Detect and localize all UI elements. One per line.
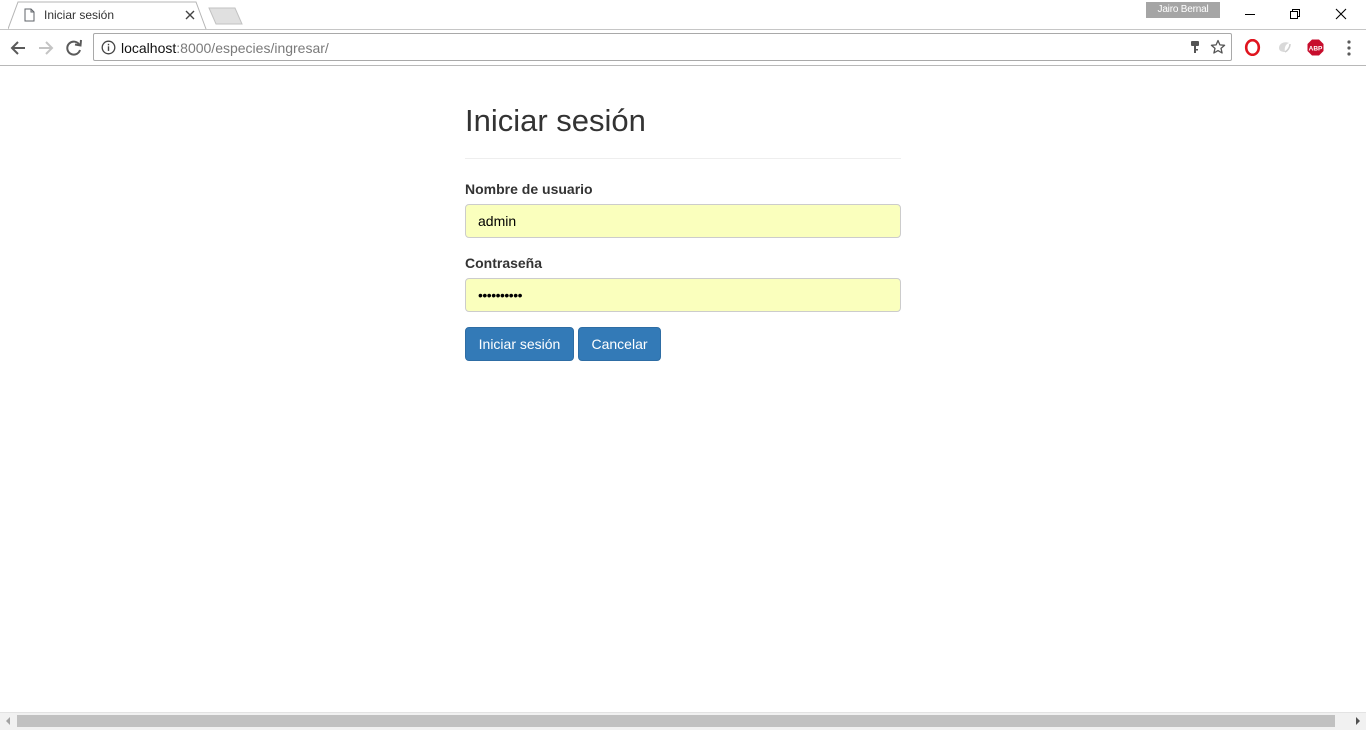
restore-icon <box>1290 9 1300 19</box>
password-label: Contraseña <box>465 255 543 271</box>
restore-button[interactable] <box>1272 0 1317 28</box>
scrollbar-thumb[interactable] <box>17 715 1335 727</box>
reload-icon[interactable] <box>63 37 85 59</box>
close-window-button[interactable] <box>1318 0 1363 28</box>
username-input[interactable]: admin <box>465 204 901 238</box>
abp-label: ABP <box>1309 45 1323 52</box>
bookmark-star-icon[interactable] <box>1210 39 1226 55</box>
scroll-right-icon[interactable] <box>1355 717 1361 725</box>
info-icon[interactable] <box>101 40 116 55</box>
key-icon[interactable] <box>1190 40 1200 55</box>
login-button[interactable]: Iniciar sesión <box>465 327 574 361</box>
tab-title: Iniciar sesión <box>44 8 115 22</box>
close-tab-icon[interactable] <box>185 10 195 20</box>
forward-arrow-icon[interactable] <box>35 37 57 59</box>
minimize-button[interactable] <box>1227 0 1272 28</box>
horizontal-scrollbar[interactable] <box>0 712 1366 730</box>
menu-dots-icon[interactable] <box>1341 39 1357 57</box>
password-input[interactable]: •••••••••• <box>465 278 901 312</box>
back-arrow-icon[interactable] <box>7 37 29 59</box>
address-bar[interactable]: localhost:8000/especies/ingresar/ <box>93 33 1232 61</box>
username-label: Nombre de usuario <box>465 181 593 197</box>
tab-strip: Iniciar sesión Jairo Bernal <box>0 0 1366 30</box>
profile-badge[interactable]: Jairo Bernal <box>1146 2 1220 18</box>
new-tab-button[interactable] <box>207 7 245 25</box>
document-icon <box>24 8 35 22</box>
cancel-button[interactable]: Cancelar <box>578 327 661 361</box>
url-path: :8000/especies/ingresar/ <box>176 40 329 56</box>
minimize-icon <box>1245 14 1255 15</box>
url-host: localhost <box>121 40 177 56</box>
abp-icon[interactable]: ABP <box>1307 39 1324 56</box>
close-icon <box>1335 8 1347 20</box>
browser-toolbar: localhost:8000/especies/ingresar/ ABP <box>0 30 1366 66</box>
scroll-left-icon[interactable] <box>5 717 11 725</box>
url-text[interactable]: localhost:8000/especies/ingresar/ <box>121 40 329 56</box>
page-title: Iniciar sesión <box>465 103 646 138</box>
browser-tab[interactable]: Iniciar sesión <box>8 1 207 30</box>
extension-icon[interactable] <box>1276 39 1293 56</box>
title-divider <box>465 158 901 159</box>
opera-icon[interactable] <box>1244 39 1261 56</box>
